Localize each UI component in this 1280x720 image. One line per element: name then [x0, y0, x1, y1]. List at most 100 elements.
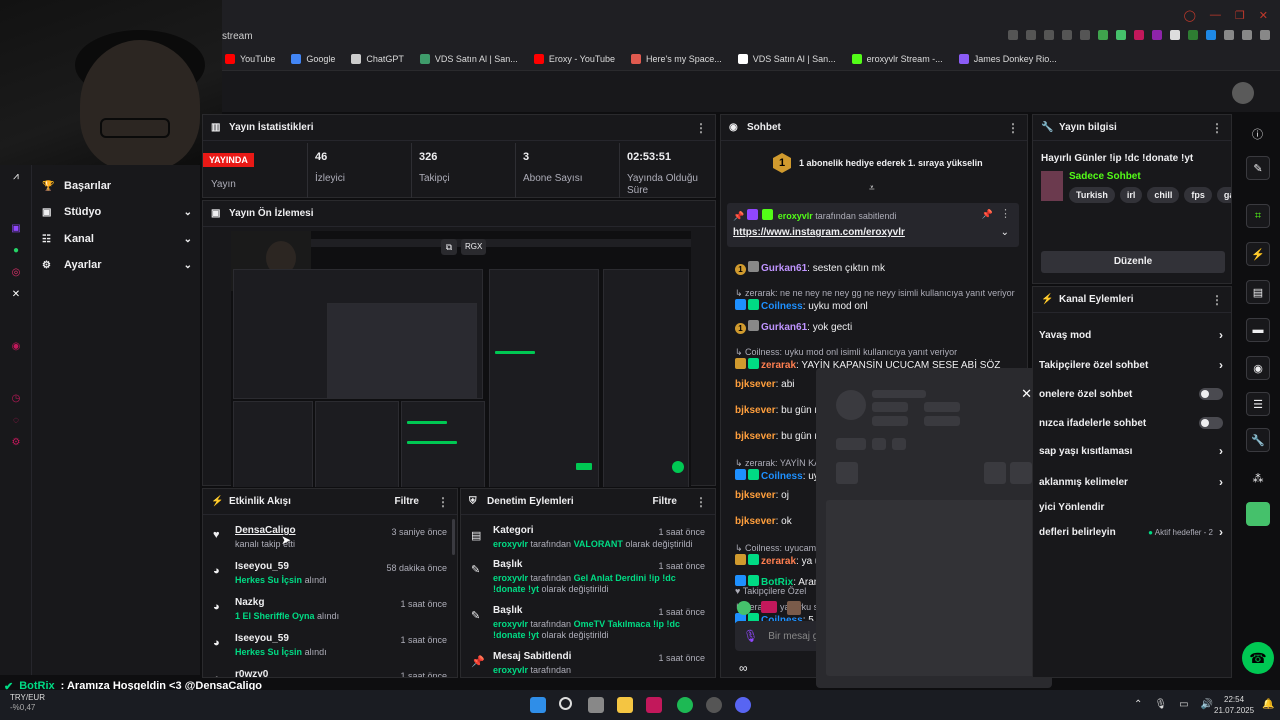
event-username[interactable]: Iseeyou_59: [235, 633, 289, 644]
record-extension-icon[interactable]: [1044, 30, 1054, 40]
emote-icon[interactable]: [761, 601, 777, 613]
bookmark-item[interactable]: Google: [291, 54, 335, 64]
chevron-down-icon[interactable]: ⌄: [184, 260, 192, 271]
nav-item-channel[interactable]: ☷ Kanal ⌄: [42, 233, 192, 245]
chevron-down-icon[interactable]: ⌄: [184, 207, 192, 218]
event-username[interactable]: r0wzy0: [235, 669, 268, 677]
chevron-right-icon[interactable]: ›: [1219, 358, 1223, 372]
bookmark-item[interactable]: Here's my Space...: [631, 54, 722, 64]
mic-icon[interactable]: 🎙: [743, 629, 758, 643]
layout-icon[interactable]: ☰: [1246, 392, 1270, 416]
more-icon[interactable]: ⋮: [1211, 121, 1223, 135]
channel-action-item[interactable]: yici Yönlendir: [1039, 495, 1223, 519]
info-icon[interactable]: ⓘ: [1252, 126, 1263, 142]
document-icon[interactable]: ▤: [1246, 280, 1270, 304]
hype-banner[interactable]: 1 1 abonelik hediye ederek 1. sıraya yük…: [773, 153, 983, 173]
stream-preview-video[interactable]: [231, 231, 691, 487]
whatsapp-icon[interactable]: ●: [10, 245, 22, 257]
menu-icon[interactable]: [1260, 30, 1270, 40]
tab-title-fragment[interactable]: stream: [222, 31, 253, 42]
discord-icon[interactable]: [735, 697, 751, 713]
volume-icon[interactable]: 🔊: [1201, 699, 1213, 710]
x-icon[interactable]: ✕: [10, 289, 22, 301]
search-icon[interactable]: ◯: [1184, 9, 1196, 22]
target-icon[interactable]: ◉: [10, 341, 22, 353]
chat-username[interactable]: bjksever: [735, 405, 776, 416]
spotify-icon[interactable]: [677, 697, 693, 713]
activity-filter-button[interactable]: Filtre: [395, 496, 419, 507]
event-username[interactable]: Nazkg: [235, 597, 264, 608]
clock-icon[interactable]: ◷: [10, 393, 22, 405]
channel-action-item[interactable]: sap yaşı kısıtlaması ›: [1039, 439, 1223, 463]
user-avatar[interactable]: [1232, 82, 1254, 104]
bookmark-item[interactable]: ChatGPT: [351, 54, 404, 64]
pencil-icon[interactable]: ✎: [1246, 156, 1270, 180]
chevron-right-icon[interactable]: ›: [1219, 525, 1223, 539]
channel-action-item[interactable]: Takipçilere özel sohbet ›: [1039, 353, 1223, 377]
scrollbar[interactable]: [452, 519, 455, 555]
red-extension-icon[interactable]: [1134, 30, 1144, 40]
broadcast-icon[interactable]: ◉: [1246, 356, 1270, 380]
channel-action-item[interactable]: aklanmış kelimeler ›: [1039, 470, 1223, 494]
close-icon[interactable]: ✕: [1259, 9, 1268, 22]
chevron-right-icon[interactable]: ›: [1219, 475, 1223, 489]
search-icon[interactable]: [559, 697, 572, 710]
moderation-filter-button[interactable]: Filtre: [653, 496, 677, 507]
chat-username[interactable]: bjksever: [735, 490, 776, 501]
chat-username[interactable]: Gurkan61: [761, 322, 807, 333]
file-explorer-icon[interactable]: [617, 697, 633, 713]
download-extension-icon[interactable]: [1098, 30, 1108, 40]
stream-tag[interactable]: gamir: [1216, 187, 1231, 203]
bookmark-item[interactable]: James Donkey Rio...: [958, 54, 1057, 64]
activity-event[interactable]: ◕ Iseeyou_59 58 dakika önce Herkes Su İçsin…: [211, 561, 449, 595]
task-view-icon[interactable]: [588, 697, 604, 713]
chevron-up-icon[interactable]: ⌃: [1134, 699, 1142, 710]
chat-username[interactable]: bjksever: [735, 516, 776, 527]
shield-extension-icon[interactable]: [1188, 30, 1198, 40]
more-icon[interactable]: ⋮: [695, 121, 707, 135]
moderation-actor[interactable]: eroxyvlr: [493, 573, 528, 583]
emote-icon[interactable]: [787, 601, 801, 615]
start-icon[interactable]: [530, 697, 546, 713]
notification-icon[interactable]: 🔔: [1262, 699, 1274, 710]
close-icon[interactable]: ✕: [1021, 386, 1032, 402]
obs-icon[interactable]: [706, 697, 722, 713]
channel-action-item[interactable]: defleri belirleyin ● Aktif hedefler - 2 ›: [1039, 520, 1223, 544]
chat-username[interactable]: Coilness: [761, 301, 803, 312]
chevron-right-icon[interactable]: ›: [1219, 328, 1223, 342]
pinned-link[interactable]: https://www.instagram.com/eroxyvlr: [733, 227, 905, 238]
chat-bubble-icon[interactable]: ◌: [10, 415, 22, 427]
mic-icon[interactable]: 🎙: [1154, 699, 1167, 710]
channel-action-item[interactable]: nızca ifadelerle sohbet: [1039, 411, 1223, 435]
twitch-icon[interactable]: ▣: [10, 223, 22, 235]
chat-username[interactable]: bjksever: [735, 431, 776, 442]
bookmark-item[interactable]: eroxyvlr Stream -...: [851, 54, 943, 64]
pinned-user[interactable]: eroxyvlr: [778, 211, 813, 221]
chat-username[interactable]: Gurkan61: [761, 263, 807, 274]
nav-item-settings[interactable]: ⚙ Ayarlar ⌄: [42, 259, 192, 271]
activity-event[interactable]: ◕ r0wzy0 1 saat önce: [211, 669, 449, 677]
pinned-more-icon[interactable]: ⋮: [1000, 207, 1011, 220]
kick-logo-icon[interactable]: ⩘: [10, 171, 22, 183]
points-icon[interactable]: ⁂: [1246, 466, 1270, 490]
play-extension-icon[interactable]: [1062, 30, 1072, 40]
edit-button[interactable]: Düzenle: [1041, 251, 1225, 273]
moderation-actor[interactable]: eroxyvlr: [493, 665, 528, 675]
activity-event[interactable]: ♥ DensaCaligo 3 saniye önce kanalı takip et…: [211, 525, 449, 559]
toggle-switch[interactable]: [1199, 417, 1223, 429]
bookmark-item[interactable]: YouTube: [225, 54, 275, 64]
support-icon[interactable]: ☎: [1242, 642, 1274, 674]
infinity-icon[interactable]: ∞: [739, 661, 748, 675]
nav-item-studio[interactable]: ▣ Stüdyo ⌄: [42, 206, 192, 218]
gear-icon[interactable]: ⚙: [10, 437, 22, 449]
stream-tag[interactable]: fps: [1184, 187, 1212, 203]
bookmark-item[interactable]: VDS Satın Al | San...: [419, 54, 518, 64]
chevron-down-icon[interactable]: ⌄: [1001, 227, 1009, 238]
more-icon[interactable]: ⋮: [1211, 293, 1223, 307]
display-icon[interactable]: ▭: [1179, 699, 1188, 710]
download-icon[interactable]: [1242, 30, 1252, 40]
clock[interactable]: 22:54 21.07.2025: [1214, 694, 1254, 716]
bolt-icon[interactable]: ⚡: [1246, 242, 1270, 266]
chevron-right-icon[interactable]: ›: [1219, 444, 1223, 458]
chat-username[interactable]: zerarak: [761, 360, 796, 371]
